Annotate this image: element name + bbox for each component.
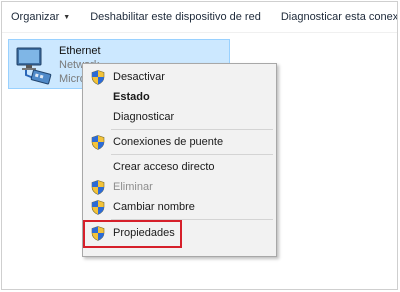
menu-item-label: Conexiones de puente (113, 136, 224, 148)
disable-device-label: Deshabilitar este dispositivo de red (90, 11, 261, 23)
menu-item-diagnosticar[interactable]: Diagnosticar (83, 108, 276, 127)
menu-item-crear-acceso-directo[interactable]: Crear acceso directo (83, 158, 276, 177)
uac-shield-icon (91, 200, 105, 215)
menu-item-label: Cambiar nombre (113, 201, 195, 213)
adapter-name: Ethernet (59, 45, 101, 57)
menu-item-label: Estado (113, 91, 150, 103)
organize-label: Organizar (11, 11, 60, 23)
menu-item-eliminar: Eliminar (83, 178, 276, 197)
menu-item-label: Diagnosticar (113, 111, 175, 123)
uac-shield-icon (91, 180, 105, 195)
diagnose-connection-label: Diagnosticar esta conexión (280, 11, 398, 23)
command-bar: Organizar ▼ Deshabilitar este dispositiv… (2, 2, 397, 33)
menu-item-cambiar-nombre[interactable]: Cambiar nombre (83, 198, 276, 217)
menu-item-label: Desactivar (113, 71, 165, 83)
menu-separator (111, 129, 273, 130)
highlight-box-propiedades (83, 220, 182, 248)
uac-shield-icon (91, 70, 105, 85)
chevron-down-icon: ▼ (63, 13, 71, 21)
menu-item-desactivar[interactable]: Desactivar (83, 68, 276, 87)
disable-device-button[interactable]: Deshabilitar este dispositivo de red (80, 2, 271, 32)
organize-button[interactable]: Organizar ▼ (2, 2, 80, 32)
menu-item-conexiones-de-puente[interactable]: Conexiones de puente (83, 133, 276, 152)
diagnose-connection-button[interactable]: Diagnosticar esta conexión (271, 2, 398, 32)
menu-item-estado[interactable]: Estado (83, 88, 276, 107)
network-connections-window: Organizar ▼ Deshabilitar este dispositiv… (1, 1, 398, 290)
network-adapter-icon (16, 47, 52, 85)
uac-shield-icon (91, 135, 105, 150)
menu-item-label: Eliminar (113, 181, 153, 193)
menu-separator (111, 154, 273, 155)
menu-item-label: Crear acceso directo (113, 161, 215, 173)
